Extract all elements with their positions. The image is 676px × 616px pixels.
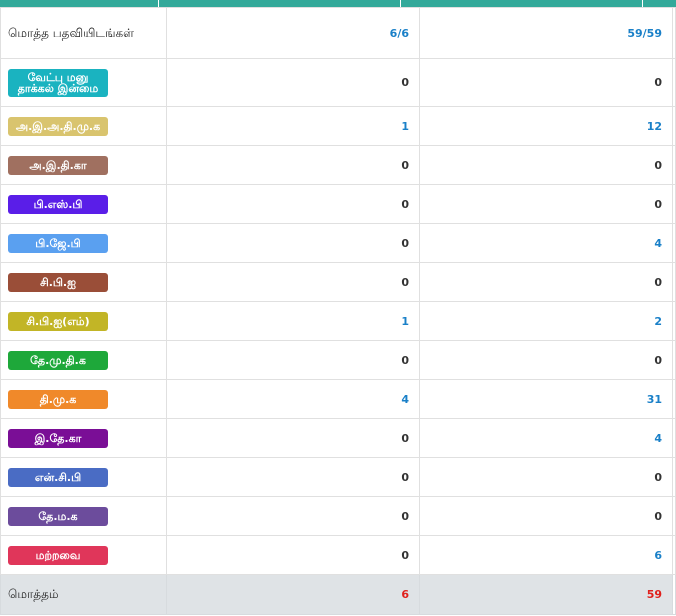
party-count-col2: 0 — [419, 496, 673, 536]
party-count-col1: 0 — [166, 184, 420, 224]
party-count-col2: 4 — [419, 418, 673, 458]
party-count-col1: 0 — [166, 145, 420, 185]
party-cell: தே.ம.க — [0, 496, 167, 536]
party-badge[interactable]: தே.மு.தி.க — [8, 350, 108, 370]
total-seats-label: மொத்த பதவியிடங்கள் — [8, 26, 134, 40]
party-badge[interactable]: தே.ம.க — [8, 506, 108, 526]
party-cell: சி.பி.ஐ — [0, 262, 167, 302]
party-row: வேட்பு மனு தாக்கல் இன்மை 0 0 — [0, 58, 676, 107]
party-row: பி.எஸ்.பி 0 0 — [0, 184, 676, 224]
party-count-col2: 0 — [419, 340, 673, 380]
total-label: மொத்தம் — [0, 574, 167, 615]
party-cell: பி.ஜே.பி — [0, 223, 167, 263]
total-count-col2: 59 — [419, 574, 673, 615]
party-badge[interactable]: அ.இ.தி.கா — [8, 155, 108, 175]
party-count-col2: 0 — [419, 457, 673, 497]
results-table: மொத்த பதவியிடங்கள் 6/6 59/59 வேட்பு மனு … — [0, 7, 676, 615]
party-count-col1: 0 — [166, 262, 420, 302]
party-badge[interactable]: அ.இ.அ.தி.மு.க — [8, 116, 108, 136]
header-bar-segment — [0, 0, 158, 7]
party-row: மற்றவை 0 6 — [0, 535, 676, 575]
party-badge[interactable]: இ.தே.கா — [8, 428, 108, 448]
party-count-col2: 2 — [419, 301, 673, 341]
party-cell: தே.மு.தி.க — [0, 340, 167, 380]
party-row: தே.மு.தி.க 0 0 — [0, 340, 676, 380]
party-count-col1: 0 — [166, 340, 420, 380]
party-badge[interactable]: மற்றவை — [8, 545, 108, 565]
party-row: தே.ம.க 0 0 — [0, 496, 676, 536]
table-header-bar — [0, 0, 676, 7]
party-count-col1: 0 — [166, 535, 420, 575]
party-row: என்.சி.பி 0 0 — [0, 457, 676, 497]
party-count-col2: 31 — [419, 379, 673, 419]
header-bar-segment — [159, 0, 400, 7]
total-seats-row: மொத்த பதவியிடங்கள் 6/6 59/59 — [0, 7, 676, 59]
party-badge[interactable]: பி.எஸ்.பி — [8, 194, 108, 214]
party-cell: இ.தே.கா — [0, 418, 167, 458]
party-badge[interactable]: தி.மு.க — [8, 389, 108, 409]
party-badge[interactable]: சி.பி.ஐ — [8, 272, 108, 292]
party-badge[interactable]: வேட்பு மனு தாக்கல் இன்மை — [8, 68, 108, 97]
party-count-col1: 0 — [166, 457, 420, 497]
party-row: சி.பி.ஐ(எம்) 1 2 — [0, 301, 676, 341]
party-count-col1: 0 — [166, 496, 420, 536]
party-count-col2: 12 — [419, 106, 673, 146]
party-count-col1: 1 — [166, 106, 420, 146]
party-badge[interactable]: என்.சி.பி — [8, 467, 108, 487]
total-seats-cell: மொத்த பதவியிடங்கள் — [0, 7, 167, 59]
party-cell: வேட்பு மனு தாக்கல் இன்மை — [0, 58, 167, 107]
seats-count-col1: 6/6 — [166, 7, 420, 59]
total-count-col1: 6 — [166, 574, 420, 615]
party-count-col1: 0 — [166, 58, 420, 107]
party-count-col1: 1 — [166, 301, 420, 341]
party-row: அ.இ.அ.தி.மு.க 1 12 — [0, 106, 676, 146]
header-bar-segment — [401, 0, 642, 7]
party-cell: என்.சி.பி — [0, 457, 167, 497]
total-row: மொத்தம் 6 59 — [0, 574, 676, 615]
party-row: இ.தே.கா 0 4 — [0, 418, 676, 458]
party-badge[interactable]: சி.பி.ஐ(எம்) — [8, 311, 108, 331]
party-row: சி.பி.ஐ 0 0 — [0, 262, 676, 302]
party-count-col1: 0 — [166, 223, 420, 263]
party-count-col2: 0 — [419, 58, 673, 107]
party-row: பி.ஜே.பி 0 4 — [0, 223, 676, 263]
party-count-col2: 0 — [419, 145, 673, 185]
party-count-col2: 4 — [419, 223, 673, 263]
party-cell: சி.பி.ஐ(எம்) — [0, 301, 167, 341]
header-bar-segment — [643, 0, 676, 7]
party-count-col1: 0 — [166, 418, 420, 458]
party-count-col2: 6 — [419, 535, 673, 575]
party-cell: அ.இ.அ.தி.மு.க — [0, 106, 167, 146]
party-row: அ.இ.தி.கா 0 0 — [0, 145, 676, 185]
party-cell: தி.மு.க — [0, 379, 167, 419]
party-count-col2: 0 — [419, 184, 673, 224]
party-row: தி.மு.க 4 31 — [0, 379, 676, 419]
party-cell: மற்றவை — [0, 535, 167, 575]
party-cell: பி.எஸ்.பி — [0, 184, 167, 224]
seats-count-col2: 59/59 — [419, 7, 673, 59]
party-count-col1: 4 — [166, 379, 420, 419]
party-badge[interactable]: பி.ஜே.பி — [8, 233, 108, 253]
party-cell: அ.இ.தி.கா — [0, 145, 167, 185]
party-count-col2: 0 — [419, 262, 673, 302]
